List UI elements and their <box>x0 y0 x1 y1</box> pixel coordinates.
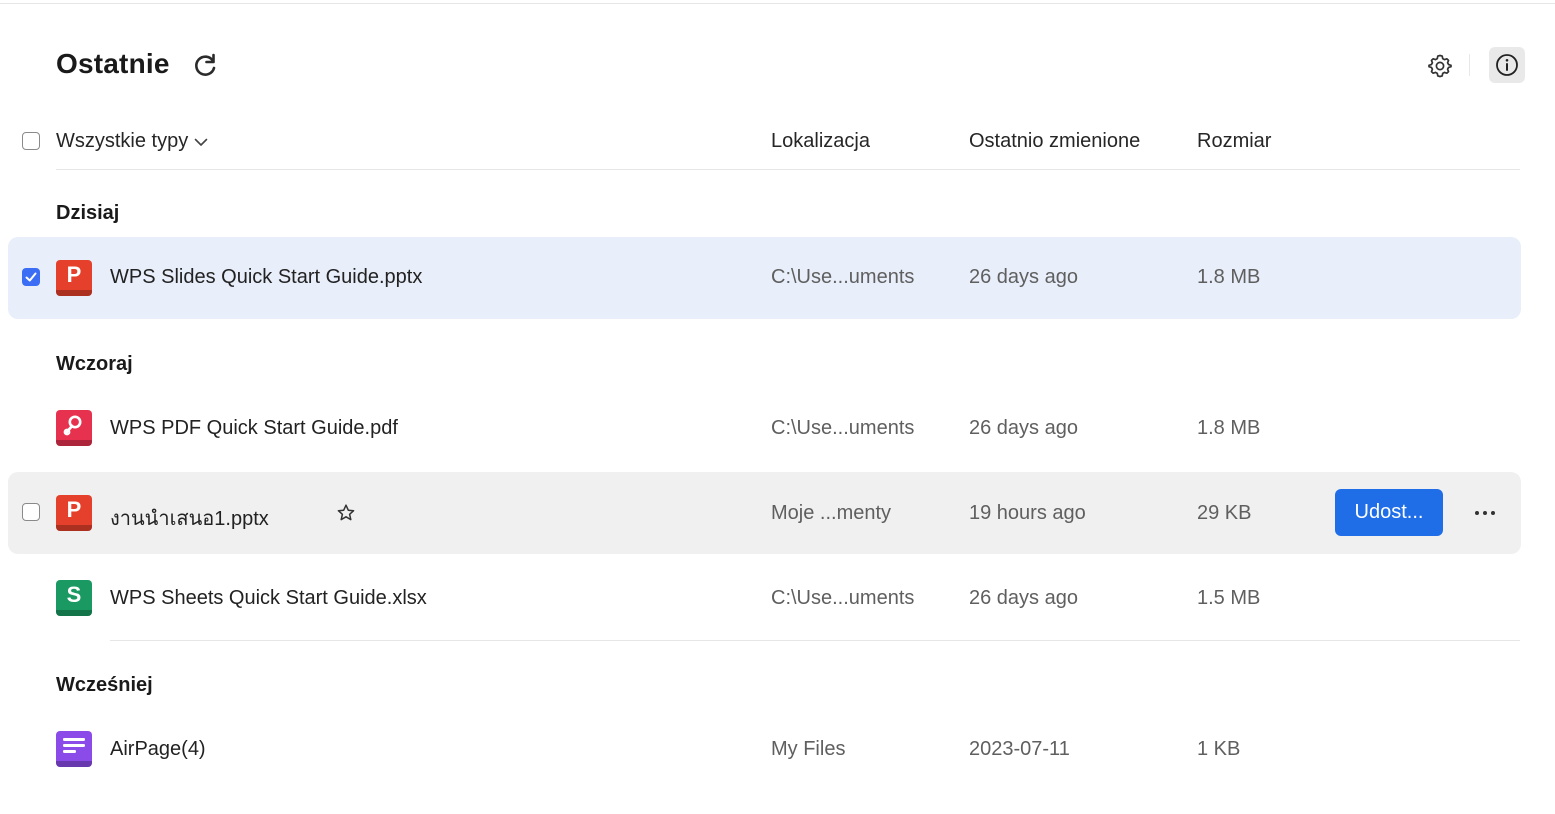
file-location: My Files <box>771 738 846 760</box>
pptx-file-icon: P <box>56 260 92 296</box>
page-title: Ostatnie <box>56 48 170 79</box>
chevron-down-icon <box>194 138 208 146</box>
file-location: C:\Use...uments <box>771 587 915 609</box>
pptx-file-icon: P <box>56 495 92 531</box>
type-filter-dropdown[interactable]: Wszystkie typy <box>56 130 208 153</box>
file-name[interactable]: WPS Slides Quick Start Guide.pptx <box>110 266 422 289</box>
type-filter-label: Wszystkie typy <box>56 130 189 152</box>
file-size: 1.8 MB <box>1197 266 1261 288</box>
file-size: 1.5 MB <box>1197 587 1261 609</box>
select-all-checkbox[interactable] <box>22 132 40 150</box>
column-header-size[interactable]: Rozmiar <box>1197 130 1271 153</box>
file-size: 1 KB <box>1197 738 1241 760</box>
column-header-location[interactable]: Lokalizacja <box>771 130 870 153</box>
row-checkbox[interactable] <box>22 268 40 286</box>
airpage-file-icon <box>56 731 92 767</box>
file-row[interactable] <box>8 709 1521 791</box>
more-icon[interactable] <box>1472 503 1498 523</box>
file-name[interactable]: AirPage(4) <box>110 738 206 761</box>
file-name[interactable]: งานนำเสนอ1.pptx <box>110 502 269 534</box>
column-header-modified[interactable]: Ostatnio zmienione <box>969 130 1140 153</box>
header-divider <box>56 169 1520 170</box>
gear-icon[interactable] <box>1426 52 1454 80</box>
section-earlier: Wcześniej <box>56 674 153 696</box>
check-icon <box>25 272 37 282</box>
file-size: 1.8 MB <box>1197 417 1261 439</box>
share-button[interactable]: Udost... <box>1335 489 1443 536</box>
top-border <box>0 3 1555 4</box>
info-button[interactable] <box>1489 47 1525 83</box>
file-name[interactable]: WPS PDF Quick Start Guide.pdf <box>110 417 398 440</box>
file-modified: 26 days ago <box>969 587 1078 609</box>
toolbar-separator <box>1469 54 1470 76</box>
section-today: Dzisiaj <box>56 202 120 224</box>
row-checkbox[interactable] <box>22 503 40 521</box>
file-size: 29 KB <box>1197 502 1252 524</box>
file-modified: 26 days ago <box>969 417 1078 439</box>
file-modified: 2023-07-11 <box>969 738 1070 760</box>
star-icon[interactable] <box>336 503 356 523</box>
file-modified: 26 days ago <box>969 266 1078 288</box>
file-location: C:\Use...uments <box>771 417 915 439</box>
file-modified: 19 hours ago <box>969 502 1086 524</box>
xlsx-file-icon: S <box>56 580 92 616</box>
info-icon <box>1496 54 1518 76</box>
row-divider <box>110 640 1520 641</box>
refresh-icon[interactable] <box>191 51 219 79</box>
file-location: C:\Use...uments <box>771 266 915 288</box>
pdf-file-icon <box>56 410 92 446</box>
file-name[interactable]: WPS Sheets Quick Start Guide.xlsx <box>110 587 427 610</box>
section-yesterday: Wczoraj <box>56 353 133 375</box>
file-location: Moje ...menty <box>771 502 892 524</box>
